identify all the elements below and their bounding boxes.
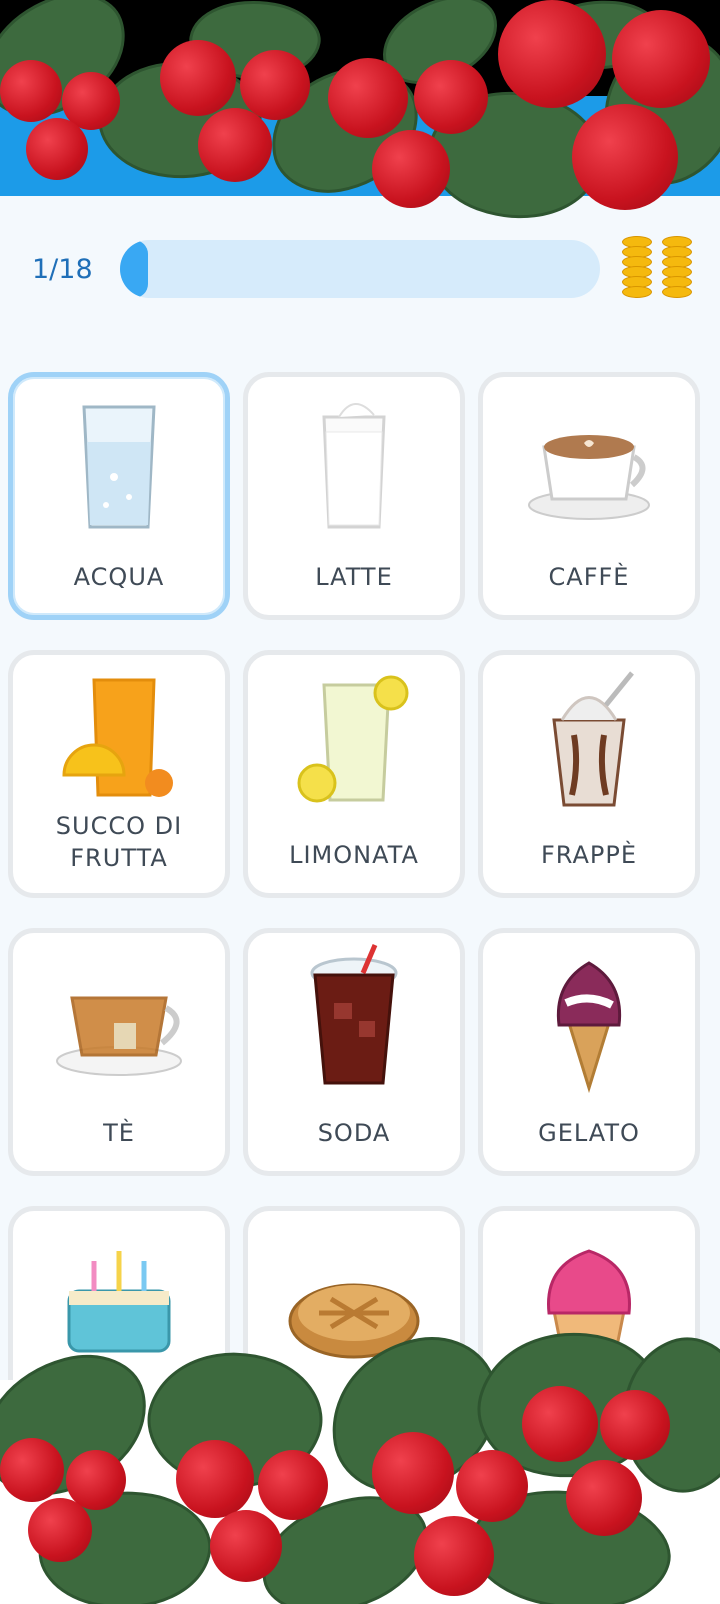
word-card-label: GELATO: [538, 1119, 640, 1147]
milk-glass-icon: [248, 377, 460, 547]
word-card[interactable]: CAFFÈ: [478, 372, 700, 620]
progress-fill: [120, 240, 148, 298]
status-bar: [0, 0, 720, 96]
word-card[interactable]: FRAPPÈ: [478, 650, 700, 898]
cupcake-icon: [483, 1211, 695, 1381]
progress-row: 1/18: [0, 232, 720, 304]
water-glass-icon: [13, 377, 225, 547]
header-bar: [0, 96, 720, 200]
word-card-label: CAFFÈ: [548, 563, 630, 591]
word-card-label: ACQUA: [73, 563, 165, 591]
progress-bar: [120, 240, 600, 298]
word-card-label: TÈ: [103, 1119, 135, 1147]
word-card[interactable]: SUCCO DI FRUTTA: [8, 650, 230, 898]
word-card-label: FRAPPÈ: [540, 841, 638, 869]
word-card[interactable]: ACQUA: [8, 372, 230, 620]
ice-cream-cone-icon: [483, 933, 695, 1103]
tea-cup-icon: [13, 933, 225, 1103]
lemonade-glass-icon: [248, 655, 460, 825]
juice-glass-icon: [13, 655, 225, 825]
word-card[interactable]: GELATO: [478, 928, 700, 1176]
word-card-label: LATTE: [315, 563, 393, 591]
pie-icon: [248, 1211, 460, 1381]
word-card[interactable]: TÈ: [8, 928, 230, 1176]
coffee-cup-icon: [483, 377, 695, 547]
word-card[interactable]: SODA: [243, 928, 465, 1176]
word-card-label: SODA: [317, 1119, 391, 1147]
word-card-label: LIMONATA: [289, 841, 419, 869]
birthday-cake-icon: [13, 1211, 225, 1381]
bottom-bar: [0, 1380, 720, 1604]
soda-cup-icon: [248, 933, 460, 1103]
progress-counter: 1/18: [32, 254, 93, 285]
word-card[interactable]: LATTE: [243, 372, 465, 620]
milkshake-icon: [483, 655, 695, 825]
coins-icon: [622, 232, 702, 304]
word-card[interactable]: LIMONATA: [243, 650, 465, 898]
word-card-label: SUCCO DI FRUTTA: [55, 812, 183, 872]
